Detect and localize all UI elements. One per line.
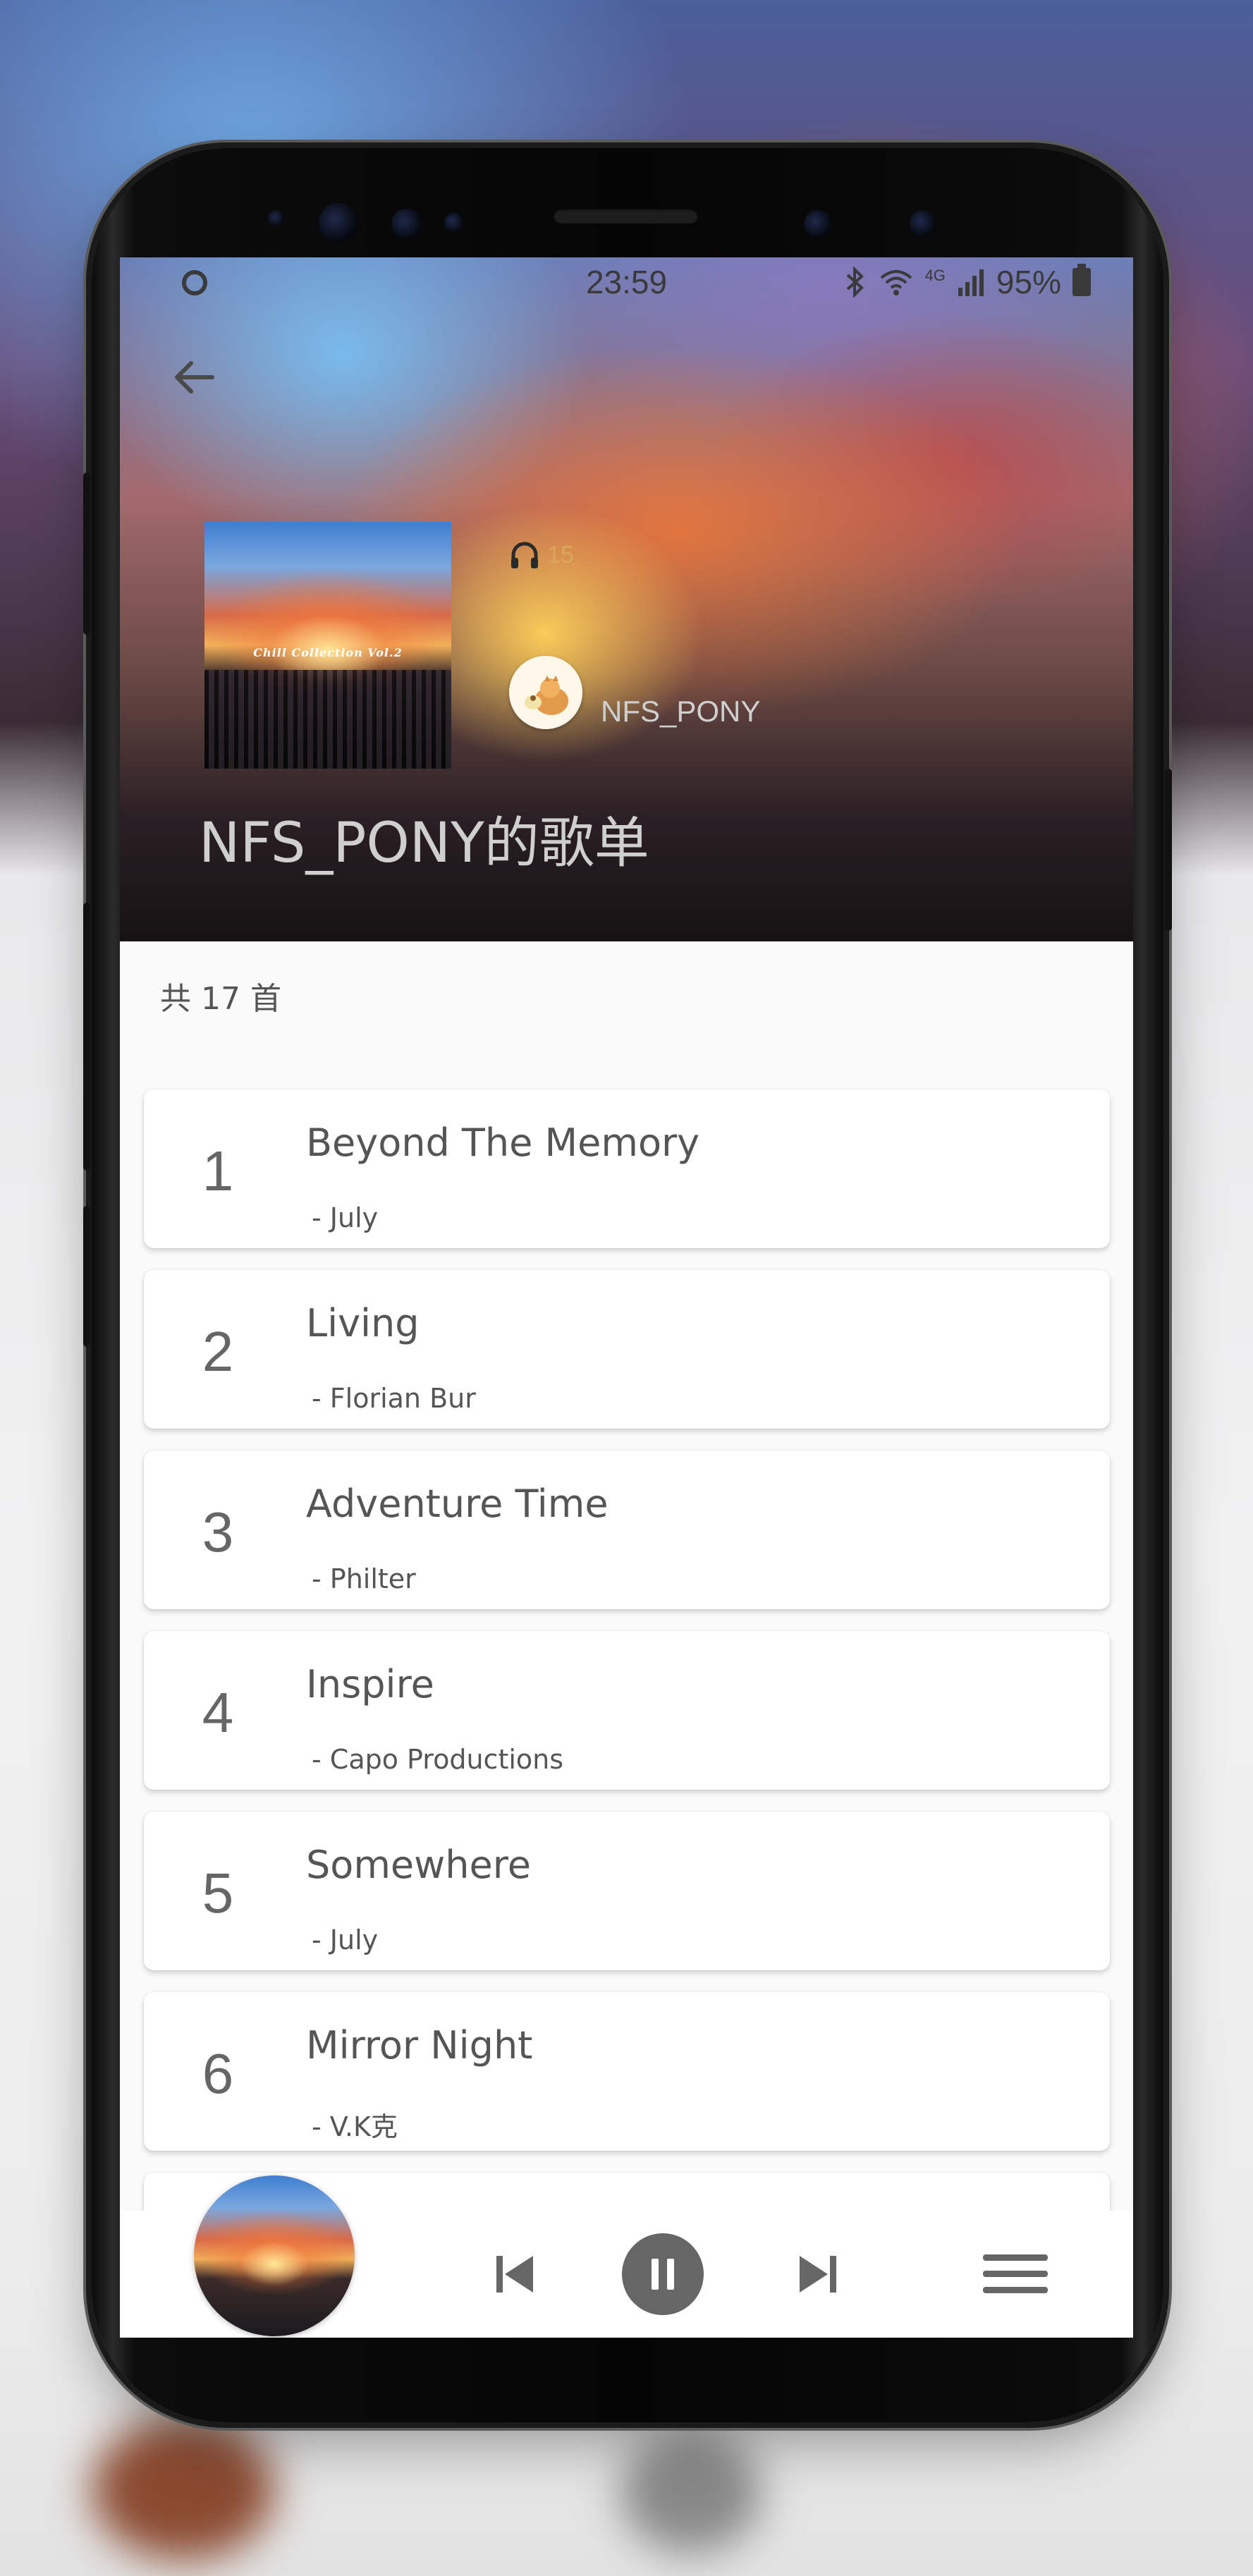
front-camera <box>319 203 358 243</box>
owner-name[interactable]: NFS_PONY <box>601 695 760 728</box>
previous-button[interactable] <box>472 2232 557 2316</box>
playlist-header: 23:59 4G 95% Chill Collection Vol.2 15 N… <box>120 257 1133 941</box>
song-index: 5 <box>202 1862 234 1924</box>
app-screen: 23:59 4G 95% Chill Collection Vol.2 15 N… <box>120 257 1133 2338</box>
signal-icon <box>958 269 984 296</box>
song-title: Inspire <box>306 1662 434 1707</box>
song-title: Adventure Time <box>306 1482 609 1526</box>
list-item[interactable]: 6 Mirror Night - V.K克 <box>144 1992 1110 2151</box>
headphones-icon <box>511 542 538 568</box>
song-index: 4 <box>202 1681 234 1744</box>
song-title: Living <box>306 1301 420 1345</box>
song-count: 共 17 首 <box>160 981 281 1017</box>
song-artist: - July <box>312 1202 379 1233</box>
sensor <box>804 210 832 238</box>
song-artist: - Capo Productions <box>312 1744 564 1775</box>
song-artist: - Florian Bur <box>312 1383 476 1414</box>
song-artist: - V.K克 <box>312 2111 398 2142</box>
list-item[interactable]: 5 Somewhere - July <box>144 1812 1110 1970</box>
menu-icon <box>983 2254 1048 2293</box>
play-count-value: 15 <box>547 541 574 568</box>
list-item[interactable]: 1 Beyond The Memory - July <box>144 1089 1110 1248</box>
list-item[interactable]: 3 Adventure Time - Philter <box>144 1451 1110 1609</box>
player-bar <box>120 2175 1133 2338</box>
song-index: 1 <box>202 1140 234 1202</box>
song-index: 3 <box>202 1501 234 1563</box>
pause-button[interactable] <box>621 2232 705 2316</box>
song-index: 6 <box>202 2042 234 2105</box>
status-icons: 4G 95% <box>843 263 1091 301</box>
sensor <box>391 209 422 240</box>
song-index: 2 <box>202 1320 234 1383</box>
song-artist: - Philter <box>312 1563 416 1594</box>
list-item[interactable]: 4 Inspire - Capo Productions <box>144 1631 1110 1790</box>
list-item[interactable]: 2 Living - Florian Bur <box>144 1270 1110 1429</box>
owner-avatar[interactable] <box>509 656 582 729</box>
bluetooth-icon <box>846 267 864 298</box>
playlist-title: NFS_PONY的歌单 <box>199 812 649 875</box>
cover-title: Chill Collection Vol.2 <box>253 646 403 659</box>
status-bar: 23:59 4G 95% <box>120 257 1133 307</box>
next-button[interactable] <box>776 2232 860 2316</box>
sensor <box>910 210 936 237</box>
playlist-menu-button[interactable] <box>973 2232 1058 2316</box>
song-artist: - July <box>312 1924 379 1955</box>
playlist-cover[interactable]: Chill Collection Vol.2 <box>204 522 451 769</box>
now-playing-art[interactable] <box>194 2175 355 2336</box>
back-button[interactable] <box>162 346 226 409</box>
earpiece-speaker <box>554 208 698 224</box>
song-title: Somewhere <box>306 1843 531 1887</box>
sensor <box>444 213 464 233</box>
battery-percent: 95% <box>996 264 1061 300</box>
previous-icon <box>496 2256 533 2293</box>
network-type: 4G <box>924 267 946 284</box>
battery-icon <box>1072 264 1091 296</box>
next-icon <box>800 2256 836 2293</box>
song-title: Mirror Night <box>306 2023 533 2068</box>
play-count: 15 <box>509 539 574 570</box>
arrow-left-icon <box>175 361 214 393</box>
wifi-icon <box>880 270 912 295</box>
song-title: Beyond The Memory <box>306 1121 700 1165</box>
front-camera <box>268 210 285 227</box>
avatar-image <box>509 656 582 729</box>
pause-icon <box>622 2233 704 2315</box>
